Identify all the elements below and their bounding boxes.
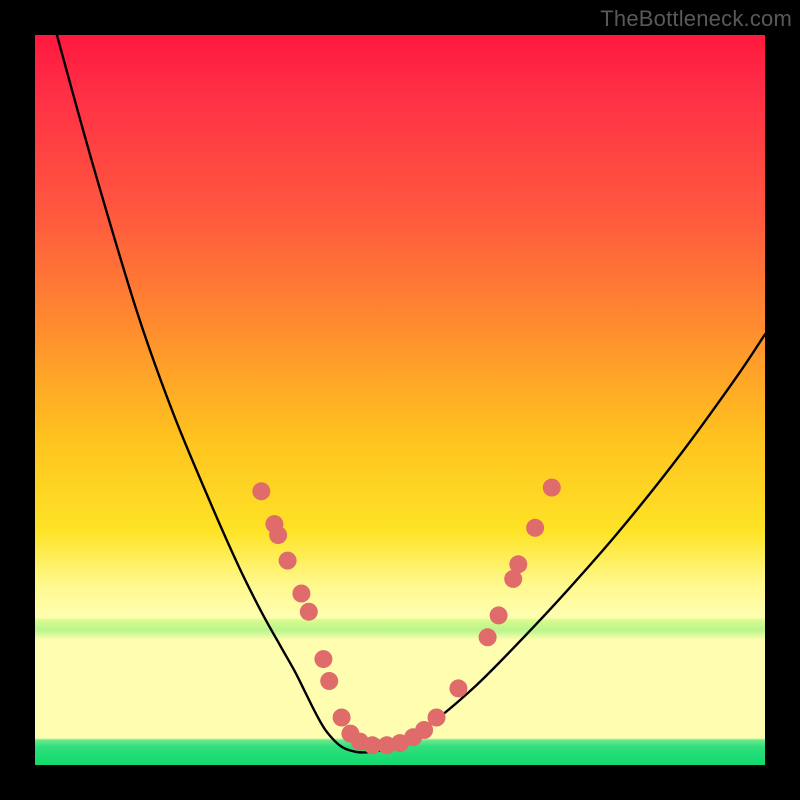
curve-dot [526, 519, 544, 537]
curve-dot [292, 585, 310, 603]
watermark-text: TheBottleneck.com [600, 6, 792, 32]
bottleneck-curve-path [57, 35, 765, 753]
curve-dots-group [252, 479, 561, 755]
curve-dot [252, 482, 270, 500]
chart-svg [35, 35, 765, 765]
curve-dot [479, 628, 497, 646]
chart-frame: TheBottleneck.com [0, 0, 800, 800]
curve-dot [490, 606, 508, 624]
curve-dot [279, 552, 297, 570]
curve-dot [543, 479, 561, 497]
curve-dot [269, 526, 287, 544]
curve-dot [300, 603, 318, 621]
curve-dot [333, 709, 351, 727]
curve-dot [314, 650, 332, 668]
curve-dot [509, 555, 527, 573]
curve-dot [449, 679, 467, 697]
curve-dot [320, 672, 338, 690]
plot-area [35, 35, 765, 765]
curve-dot [428, 709, 446, 727]
